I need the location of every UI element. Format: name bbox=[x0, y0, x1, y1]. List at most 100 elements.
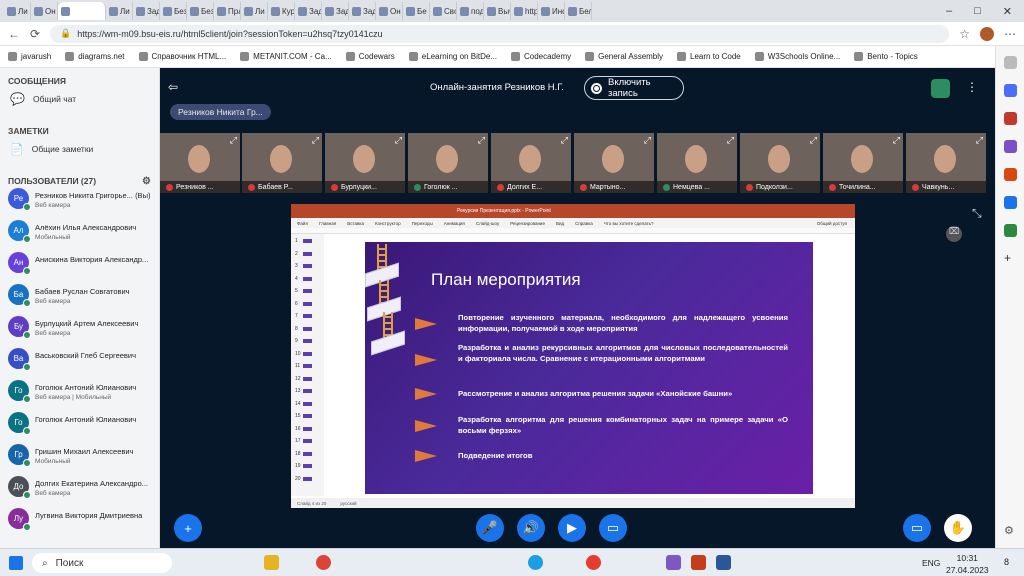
bookmark-item[interactable]: Bento - Topics bbox=[854, 52, 918, 61]
ppt-menu-tab[interactable]: Конструктор bbox=[375, 221, 401, 226]
office-icon[interactable] bbox=[1004, 168, 1017, 181]
webcam-tile[interactable]: ⤢ Долгих Е... bbox=[491, 133, 571, 193]
ppt-menu-tab[interactable]: Анимация bbox=[444, 221, 465, 226]
user-list-item[interactable]: До Долгих Екатерина Александро... Веб каме… bbox=[0, 476, 159, 508]
webcam-tile[interactable]: ⤢ Подколзи... bbox=[740, 133, 820, 193]
raise-hand-button[interactable]: ✋ bbox=[944, 514, 972, 542]
minimize-presentation-icon[interactable]: ⤡ bbox=[972, 206, 982, 221]
slide-thumbnail[interactable]: 17 bbox=[295, 438, 312, 444]
browser-tab[interactable]: Зад bbox=[349, 2, 376, 20]
browser-tab[interactable]: http bbox=[511, 2, 538, 20]
profile-avatar[interactable] bbox=[980, 26, 994, 41]
settings-gear-icon[interactable]: ⚙ bbox=[1004, 524, 1017, 537]
games-icon[interactable] bbox=[1004, 140, 1017, 153]
notification-badge[interactable]: 8 bbox=[1004, 557, 1009, 567]
browser-tab[interactable]: Зад bbox=[295, 2, 322, 20]
leave-icon[interactable]: ⇦ bbox=[168, 80, 178, 94]
browser-tab[interactable]: Без bbox=[187, 2, 214, 20]
options-menu-icon[interactable]: ⋮ bbox=[966, 80, 978, 94]
webcam-tile[interactable]: ⤢ Бурлуцки... bbox=[325, 133, 405, 193]
slide-thumbnail[interactable]: 15 bbox=[295, 413, 312, 419]
camera-button[interactable]: ▶ bbox=[558, 514, 586, 542]
user-list-item[interactable]: Ан Анискина Виктория Александр... bbox=[0, 252, 159, 284]
taskbar-search[interactable]: ⌕ Поиск bbox=[32, 553, 172, 573]
slide-thumbnail[interactable]: 10 bbox=[295, 351, 312, 357]
browser-tab[interactable]: Он bbox=[376, 2, 403, 20]
user-list-item[interactable]: Бу Бурлуцкий Артем Алексеевич Веб камера bbox=[0, 316, 159, 348]
edge-icon[interactable] bbox=[528, 555, 543, 570]
toolbox-icon[interactable] bbox=[1004, 112, 1017, 125]
record-button[interactable]: Включить запись bbox=[584, 76, 684, 100]
slide-thumbnail[interactable]: 16 bbox=[295, 426, 312, 432]
fullscreen-icon[interactable]: ⤢ bbox=[810, 135, 817, 146]
slide-thumbnail[interactable]: 3 bbox=[295, 263, 312, 269]
browser-tab[interactable]: Ли bbox=[106, 2, 133, 20]
fullscreen-icon[interactable]: ⤢ bbox=[561, 135, 568, 146]
webcam-tile[interactable]: ⤢ Чавкунь... bbox=[906, 133, 986, 193]
webcam-tile[interactable]: ⤢ Бабаев Р... bbox=[242, 133, 322, 193]
back-icon[interactable]: ← bbox=[8, 27, 20, 41]
webcam-tile[interactable]: ⤢ Точилина... bbox=[823, 133, 903, 193]
yandex-browser-icon[interactable] bbox=[586, 555, 601, 570]
star-icon[interactable]: ☆ bbox=[959, 27, 970, 41]
ppt-share-button[interactable]: Общий доступ bbox=[817, 221, 847, 226]
tree-icon[interactable] bbox=[1004, 224, 1017, 237]
webcam-tile[interactable]: ⤢ Немцева ... bbox=[657, 133, 737, 193]
bookmark-item[interactable]: eLearning on BitDe... bbox=[408, 52, 497, 61]
clock[interactable]: 10:31 27.04.2023 bbox=[946, 552, 989, 576]
ppt-menu-tab[interactable]: Слайд-шоу bbox=[476, 221, 499, 226]
slide-thumbnail[interactable]: 6 bbox=[295, 301, 312, 307]
bookmark-item[interactable]: diagrams.net bbox=[65, 52, 125, 61]
presenter-pill[interactable]: Резников Никита Гр... bbox=[170, 104, 271, 120]
audio-button[interactable]: 🔊 bbox=[517, 514, 545, 542]
user-list-item[interactable]: Ва Васьковский Глеб Сергеевич bbox=[0, 348, 159, 380]
minimize-icon[interactable]: – bbox=[946, 5, 952, 18]
slide-thumbnail[interactable]: 20 bbox=[295, 476, 312, 482]
ppt-menu-tab[interactable]: Рецензирование bbox=[510, 221, 545, 226]
slide-thumbnail[interactable]: 2 bbox=[295, 251, 312, 257]
fullscreen-icon[interactable]: ⤢ bbox=[727, 135, 734, 146]
visual-studio-icon[interactable] bbox=[666, 555, 681, 570]
shared-notes-item[interactable]: 📄 Общие заметки bbox=[0, 138, 159, 160]
settings-gear-icon[interactable]: ⚙ bbox=[142, 176, 151, 188]
browser-tab[interactable]: Без bbox=[160, 2, 187, 20]
slide-thumbnail[interactable]: 18 bbox=[295, 451, 312, 457]
webcam-tile[interactable]: ⤢ Гоголюк ... bbox=[408, 133, 488, 193]
browser-tab[interactable]: Ино bbox=[538, 2, 565, 20]
slide-thumbnail[interactable]: 12 bbox=[295, 376, 312, 382]
fullscreen-icon[interactable]: ⤢ bbox=[478, 135, 485, 146]
url-field[interactable]: 🔒 https://wm-m09.bsu-eis.ru/html5client/… bbox=[50, 24, 950, 43]
bookmark-item[interactable]: Codewars bbox=[345, 52, 395, 61]
actions-plus-button[interactable]: + bbox=[174, 514, 202, 542]
browser-tab[interactable]: Сво bbox=[430, 2, 457, 20]
ppt-menu-tab[interactable]: Главная bbox=[319, 221, 336, 226]
bookmark-item[interactable]: Справочник HTML... bbox=[138, 52, 226, 61]
maximize-icon[interactable]: □ bbox=[974, 5, 981, 18]
screenshare-button[interactable]: ▭ bbox=[599, 514, 627, 542]
slide-thumbnail[interactable]: 9 bbox=[295, 338, 312, 344]
ppt-menu-tab[interactable]: Справка bbox=[575, 221, 593, 226]
slide-thumbnail[interactable]: 8 bbox=[295, 326, 312, 332]
fullscreen-icon[interactable]: ⤢ bbox=[644, 135, 651, 146]
browser-tab[interactable]: Выч bbox=[484, 2, 511, 20]
bookmark-item[interactable]: General Assembly bbox=[585, 52, 663, 61]
fullscreen-icon[interactable]: ⤢ bbox=[395, 135, 402, 146]
public-chat-item[interactable]: 💬 Общий чат bbox=[0, 88, 159, 110]
bookmark-item[interactable]: W3Schools Online... bbox=[754, 52, 840, 61]
slide-thumbnail[interactable]: 11 bbox=[295, 363, 312, 369]
ppt-menu-tab[interactable]: Вставка bbox=[347, 221, 364, 226]
snapshot-icon[interactable]: ⌧ bbox=[946, 226, 962, 242]
powerpoint-icon[interactable] bbox=[691, 555, 706, 570]
search-icon[interactable] bbox=[1004, 56, 1017, 69]
outlook-icon[interactable] bbox=[1004, 196, 1017, 209]
browser-tab[interactable]: Кур bbox=[268, 2, 295, 20]
slide-thumbnail[interactable]: 14 bbox=[295, 401, 312, 407]
webcam-tile[interactable]: ⤢ Резников ... bbox=[160, 133, 240, 193]
layout-button[interactable]: ▭ bbox=[903, 514, 931, 542]
ppt-menu-tab[interactable]: Переходы bbox=[412, 221, 433, 226]
menu-dots-icon[interactable]: ⋯ bbox=[1004, 27, 1016, 41]
browser-tab[interactable]: Он bbox=[31, 2, 58, 20]
slide-thumbnail[interactable]: 5 bbox=[295, 288, 312, 294]
user-list-item[interactable]: Ре Резников Никита Григорье... (Вы) Веб ка… bbox=[0, 188, 159, 220]
user-list-item[interactable]: Ал Алёхин Илья Александрович Мобильный bbox=[0, 220, 159, 252]
